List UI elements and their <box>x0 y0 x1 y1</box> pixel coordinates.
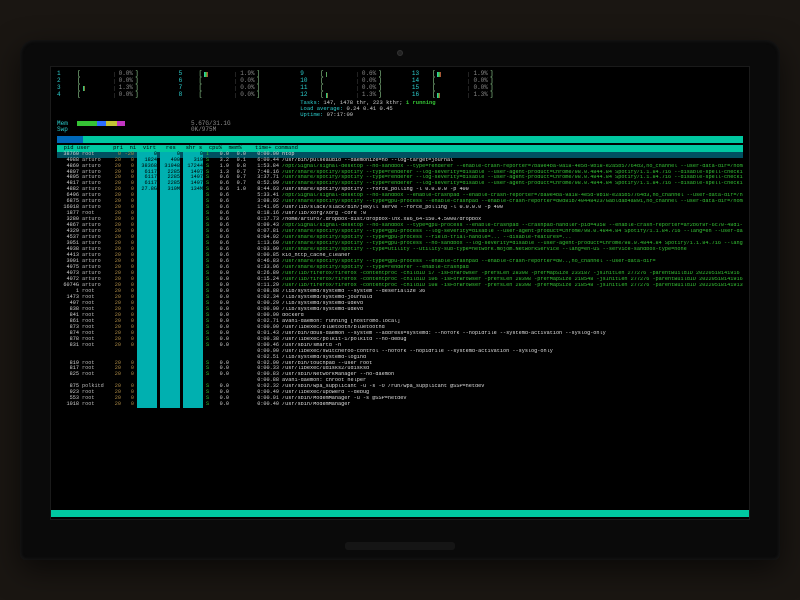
system-info: 9[0.6%]10[0.0%]11[0.0%]12[1.3%] 13[1.9%]… <box>300 71 743 119</box>
cpu-meter-16: 16[1.3%] <box>412 92 494 99</box>
load-value: 0.24 0.41 0.45 <box>346 105 392 112</box>
process-row[interactable]: 1018root200S0.00:00.40/usr/sbin/ModemMan… <box>57 402 743 408</box>
cpu-meter-8: 8[0.0%] <box>179 92 261 99</box>
swap-text: 0K/975M <box>191 127 216 134</box>
laptop-hinge <box>345 542 455 550</box>
cpu-meter-12: 12[1.3%] <box>300 92 382 99</box>
tasks-running: 1 running <box>406 99 436 106</box>
uptime-value: 07:17:09 <box>327 111 353 118</box>
function-key-bar[interactable] <box>51 510 749 517</box>
cpu-meter-4: 4[0.0%] <box>57 92 139 99</box>
laptop-frame: 1[0.0%]2[0.0%]3[1.3%]4[0.0%] 5[1.9%]6[0.… <box>20 40 780 560</box>
process-list[interactable]: 38760root0-20000I0.00.00:00.00htop4988ar… <box>57 152 743 409</box>
terminal-screen[interactable]: 1[0.0%]2[0.0%]3[1.3%]4[0.0%] 5[1.9%]6[0.… <box>50 66 750 520</box>
uptime-label: Uptime: <box>300 111 323 118</box>
swap-meter: Swp 0K/975M <box>57 127 743 134</box>
htop-header: 1[0.0%]2[0.0%]3[1.3%]4[0.0%] 5[1.9%]6[0.… <box>57 71 743 119</box>
mem-meter: Mem 5.67G/31.1G <box>57 121 743 128</box>
cpu-meters-col-1: 1[0.0%]2[0.0%]3[1.3%]4[0.0%] <box>57 71 139 119</box>
cpu-meters-col-2: 5[1.9%]6[0.0%]7[0.0%]8[0.0%] <box>179 71 261 119</box>
header-bar <box>57 136 743 143</box>
webcam <box>397 50 403 56</box>
